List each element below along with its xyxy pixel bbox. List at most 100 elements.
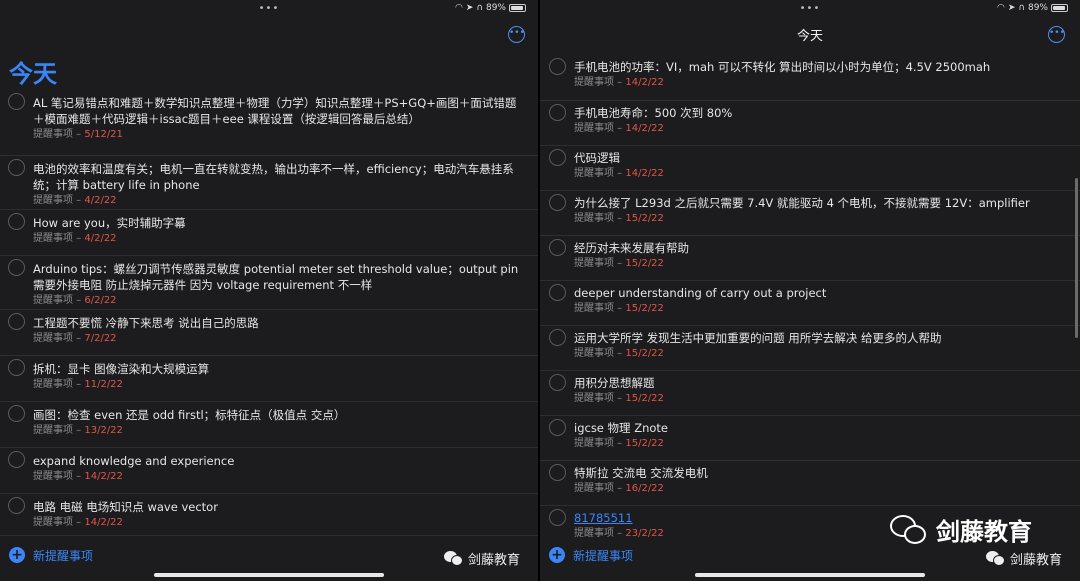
reminder-date: 14/2/22 xyxy=(625,77,664,88)
reminder-title: 电池的效率和温度有关；电机一直在转就变热，输出功率不一样，efficiency；… xyxy=(33,162,514,192)
complete-checkbox[interactable] xyxy=(8,313,25,330)
reminder-item[interactable]: How are you，实时辅助字幕 提醒事项 – 4/2/22 xyxy=(0,210,538,256)
reminder-item[interactable]: 为什么接了 L293d 之后就只需要 7.4V 就能驱动 4 个电机，不接就需要… xyxy=(540,191,1080,236)
reminder-title: 手机电池寿命：500 次到 80% xyxy=(574,106,733,120)
complete-checkbox[interactable] xyxy=(549,374,566,391)
reminder-label: 提醒事项 – xyxy=(574,348,626,359)
reminder-date: 15/2/22 xyxy=(625,438,664,449)
reminder-date: 14/2/22 xyxy=(625,123,664,134)
reminder-label: 提醒事项 – xyxy=(574,123,626,134)
reminder-item[interactable]: igcse 物理 Znote 提醒事项 – 15/2/22 xyxy=(540,416,1080,461)
reminder-title: deeper understanding of carry out a proj… xyxy=(574,286,827,300)
multitask-dots[interactable]: ••• xyxy=(259,3,280,14)
reminder-item[interactable]: 电池的效率和温度有关；电机一直在转就变热，输出功率不一样，efficiency；… xyxy=(0,156,538,210)
reminder-item[interactable]: 工程题不要慌 冷静下来思考 说出自己的思路提醒事项 – 7/2/22 xyxy=(0,310,538,356)
complete-checkbox[interactable] xyxy=(8,213,25,230)
reminder-label: 提醒事项 – xyxy=(574,483,626,494)
reminder-meta: 提醒事项 – 15/2/22 xyxy=(574,392,1068,406)
location-icon: ➤ xyxy=(1007,3,1016,13)
reminder-meta: 提醒事项 – 14/2/22 xyxy=(33,516,526,530)
reminder-title: 画图：检查 even 还是 odd firstl；标特征点（极值点 交点） xyxy=(33,408,346,422)
reminder-date: 6/2/22 xyxy=(84,295,117,306)
reminder-meta: 提醒事项 – 16/2/22 xyxy=(574,482,1068,496)
wifi-icon: ◠ xyxy=(454,3,463,13)
reminder-item[interactable]: 代码逻辑 提醒事项 – 14/2/22 xyxy=(540,146,1080,191)
add-icon[interactable]: + xyxy=(549,547,565,563)
reminder-item[interactable]: 手机电池的功率：VI，mah 可以不转化 算出时间以小时为单位；4.5V 250… xyxy=(540,55,1080,101)
reminder-item[interactable]: 电路 电磁 电场知识点 wave vector 提醒事项 – 14/2/22 xyxy=(0,494,538,536)
reminder-list: 手机电池的功率：VI，mah 可以不转化 算出时间以小时为单位；4.5V 250… xyxy=(540,55,1080,546)
watermark-text: 剑藤教育 xyxy=(936,518,1032,546)
complete-checkbox[interactable] xyxy=(8,359,25,376)
reminder-title: expand knowledge and experience xyxy=(33,454,235,468)
reminder-item[interactable]: 经历对未来发展有帮助 提醒事项 – 15/2/22 xyxy=(540,236,1080,281)
complete-checkbox[interactable] xyxy=(8,93,25,110)
brand-text: 剑藤教育 xyxy=(467,553,520,568)
reminder-date: 15/2/22 xyxy=(625,348,664,359)
complete-checkbox[interactable] xyxy=(549,58,566,75)
reminder-item[interactable]: 手机电池寿命：500 次到 80% 提醒事项 – 14/2/22 xyxy=(540,101,1080,146)
reminder-date: 15/2/22 xyxy=(625,258,664,269)
complete-checkbox[interactable] xyxy=(549,149,566,166)
complete-checkbox[interactable] xyxy=(8,259,25,276)
reminder-label: 提醒事项 – xyxy=(33,233,85,244)
reminder-item[interactable]: AL 笔记易错点和难题＋数学知识点整理＋物理（力学）知识点整理＋PS+GQ+画图… xyxy=(0,90,538,156)
complete-checkbox[interactable] xyxy=(8,405,25,422)
page-title: 今天 xyxy=(9,60,57,88)
reminder-item[interactable]: 画图：检查 even 还是 odd firstl；标特征点（极值点 交点） 提醒事… xyxy=(0,402,538,448)
reminder-item[interactable]: 特斯拉 交流电 交流发电机 提醒事项 – 16/2/22 xyxy=(540,461,1080,506)
complete-checkbox[interactable] xyxy=(8,497,25,514)
more-options-icon[interactable]: ••• xyxy=(1048,26,1065,43)
reminder-meta: 提醒事项 – 15/2/22 xyxy=(574,437,1068,451)
reminder-title: 代码逻辑 xyxy=(574,151,620,165)
reminder-date: 11/2/22 xyxy=(84,379,123,390)
complete-checkbox[interactable] xyxy=(549,239,566,256)
nav-title: 今天 xyxy=(796,29,823,44)
reminder-label: 提醒事项 – xyxy=(33,129,85,140)
brand-text: 剑藤教育 xyxy=(1009,553,1062,568)
reminder-item[interactable]: 运用大学所学 发现生活中更加重要的问题 用所学去解决 给更多的人帮助 提醒事项 –… xyxy=(540,326,1080,371)
complete-checkbox[interactable] xyxy=(549,419,566,436)
reminder-meta: 提醒事项 – 6/2/22 xyxy=(33,294,526,308)
reminder-date: 13/2/22 xyxy=(84,425,123,436)
reminder-label: 提醒事项 – xyxy=(33,471,85,482)
status-bar: ••• ◠ ➤ ∩ 89% xyxy=(0,0,538,18)
scrollbar[interactable] xyxy=(1075,178,1078,338)
add-icon[interactable]: + xyxy=(9,547,25,563)
reminder-item[interactable]: expand knowledge and experience 提醒事项 – 14… xyxy=(0,448,538,494)
new-reminder-button[interactable]: 新提醒事项 xyxy=(573,547,633,564)
reminder-title: 经历对未来发展有帮助 xyxy=(574,241,689,255)
right-pane: ••• ◠ ➤ ∩ 89% 今天 ••• 手机电池的功率：VI，mah 可以不转… xyxy=(540,0,1080,581)
reminder-title: How are you，实时辅助字幕 xyxy=(33,216,186,230)
complete-checkbox[interactable] xyxy=(549,194,566,211)
left-pane: ••• ◠ ➤ ∩ 89% ••• 今天 AL 笔记易错点和难题＋数学知识点整理… xyxy=(0,0,538,581)
battery-percent: 89% xyxy=(485,3,506,13)
multitask-dots[interactable]: ••• xyxy=(800,3,821,14)
complete-checkbox[interactable] xyxy=(549,329,566,346)
home-indicator[interactable] xyxy=(154,573,384,577)
complete-checkbox[interactable] xyxy=(8,451,25,468)
complete-checkbox[interactable] xyxy=(549,104,566,121)
complete-checkbox[interactable] xyxy=(549,464,566,481)
reminder-item[interactable]: Arduino tips：螺丝刀调节传感器灵敏度 potential meter… xyxy=(0,256,538,310)
reminder-label: 提醒事项 – xyxy=(574,77,626,88)
new-reminder-button[interactable]: 新提醒事项 xyxy=(33,547,93,564)
reminder-meta: 提醒事项 – 7/2/22 xyxy=(33,332,526,346)
reminder-date: 14/2/22 xyxy=(625,168,664,179)
reminder-title: 电路 电磁 电场知识点 wave vector xyxy=(33,500,218,514)
reminder-title: 运用大学所学 发现生活中更加重要的问题 用所学去解决 给更多的人帮助 xyxy=(574,331,942,345)
reminder-date: 15/2/22 xyxy=(625,213,664,224)
reminder-title: 工程题不要慌 冷静下来思考 说出自己的思路 xyxy=(33,316,259,330)
reminder-item[interactable]: 拆机：显卡 图像渲染和大规模运算 提醒事项 – 11/2/22 xyxy=(0,356,538,402)
complete-checkbox[interactable] xyxy=(549,284,566,301)
reminder-item[interactable]: 用积分思想解题 提醒事项 – 15/2/22 xyxy=(540,371,1080,416)
system-indicators: ◠ ➤ ∩ 89% xyxy=(455,3,526,13)
more-options-icon[interactable]: ••• xyxy=(508,26,525,43)
home-indicator[interactable] xyxy=(695,573,925,577)
complete-checkbox[interactable] xyxy=(8,159,25,176)
reminder-meta: 提醒事项 – 14/2/22 xyxy=(574,122,1068,136)
reminder-item[interactable]: deeper understanding of carry out a proj… xyxy=(540,281,1080,326)
reminder-meta: 提醒事项 – 13/2/22 xyxy=(33,424,526,438)
complete-checkbox[interactable] xyxy=(549,509,566,526)
reminder-date: 14/2/22 xyxy=(84,471,123,482)
